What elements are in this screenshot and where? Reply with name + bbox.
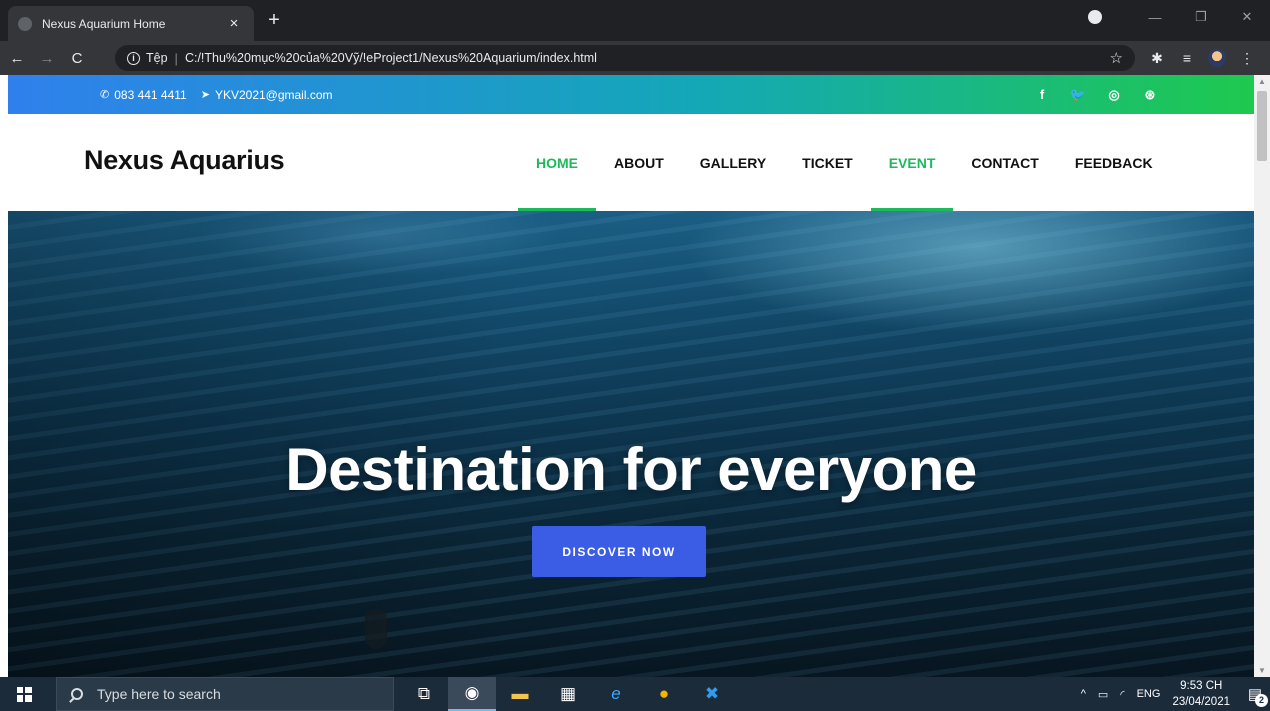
system-tray: ^ ▭ ◜ ENG 9:53 CH 23/04/2021 ▤ 2 [1075,677,1270,711]
close-tab-icon[interactable]: × [224,15,244,32]
vscode-icon[interactable]: ✖ [688,677,736,711]
scroll-thumb[interactable] [1257,91,1267,161]
new-tab-button[interactable]: + [262,9,286,32]
windows-logo-icon [16,686,32,702]
notification-badge: 2 [1255,694,1268,707]
nav-item-about[interactable]: ABOUT [596,114,682,211]
taskbar-search-box[interactable]: Type here to search [56,677,394,711]
edge-icon[interactable]: e [592,677,640,711]
profile-avatar[interactable] [1208,49,1226,67]
close-window-button[interactable]: ✕ [1224,9,1270,25]
chrome-active-icon[interactable]: ◉ [448,677,496,711]
phone-contact[interactable]: ✆ 083 441 4411 [100,88,187,102]
extension-area: ✱ ≡ ⋮ [1142,41,1262,75]
hero-title: Destination for everyone [285,436,977,503]
media-queue-icon[interactable]: ≡ [1172,50,1202,66]
browser-tab[interactable]: Nexus Aquarium Home × [8,6,254,41]
windows-taskbar: Type here to search ⧉ ◉ ▬ ▦ e ● ✖ ^ ▭ ◜ … [0,677,1270,711]
underwater-silhouette [365,609,387,649]
clock-date: 23/04/2021 [1172,696,1230,708]
facebook-icon[interactable]: f [1024,87,1060,102]
browser-toolbar: ← → C i Tệp | C:/!Thu%20mục%20của%20Vỹ/!… [0,41,1270,75]
scroll-down-arrow-icon[interactable]: ▼ [1254,666,1270,675]
phone-icon: ✆ [100,89,110,101]
file-explorer-icon[interactable]: ▬ [496,677,544,711]
site-logo[interactable]: Nexus Aquarius [84,145,285,176]
pinned-apps: ⧉ ◉ ▬ ▦ e ● ✖ [400,677,736,711]
hero-banner: Destination for everyone DISCOVER NOW [8,211,1254,677]
main-nav: HOME ABOUT GALLERY TICKET EVENT CONTACT … [518,114,1171,211]
profile-menu-icon[interactable] [1088,10,1102,24]
more-menu-icon[interactable]: ⋮ [1232,50,1262,67]
battery-icon[interactable]: ▭ [1098,688,1108,701]
restore-button[interactable]: ❐ [1178,9,1224,25]
twitter-icon[interactable]: 🐦 [1060,87,1096,103]
url-scheme: Tệp [146,51,168,65]
start-button[interactable] [0,677,48,711]
nav-item-event[interactable]: EVENT [870,114,954,211]
chrome-icon[interactable]: ● [640,677,688,711]
site-header: Nexus Aquarius HOME ABOUT GALLERY TICKET… [8,114,1254,211]
language-indicator[interactable]: ENG [1137,688,1161,700]
forward-button[interactable]: → [34,50,60,67]
url-text[interactable]: C:/!Thu%20mục%20của%20Vỹ/!eProject1/Nexu… [185,51,597,65]
contact-topbar: ✆ 083 441 4411 ➤ YKV2021@gmail.com f 🐦 ◎… [8,75,1254,114]
wifi-icon[interactable]: ◜ [1120,688,1124,701]
social-links: f 🐦 ◎ ⊛ [1024,75,1168,114]
email-contact[interactable]: ➤ YKV2021@gmail.com [201,88,333,102]
globe-icon [18,16,32,31]
address-bar[interactable]: i Tệp | C:/!Thu%20mục%20của%20Vỹ/!eProje… [115,45,1135,71]
instagram-icon[interactable]: ◎ [1096,87,1132,103]
task-view-icon[interactable]: ⧉ [400,677,448,711]
minimize-button[interactable]: — [1132,10,1178,25]
email-address: YKV2021@gmail.com [214,87,333,102]
nav-item-feedback[interactable]: FEEDBACK [1057,114,1171,211]
nav-item-gallery[interactable]: GALLERY [682,114,784,211]
browser-tab-strip: Nexus Aquarium Home × + — ❐ ✕ [0,0,1270,41]
reload-button[interactable]: C [64,50,90,67]
dribbble-icon[interactable]: ⊛ [1132,87,1168,103]
nav-item-contact[interactable]: CONTACT [953,114,1056,211]
url-separator: | [174,50,178,66]
back-button[interactable]: ← [4,50,30,67]
nav-item-home[interactable]: HOME [518,114,596,211]
bookmark-star-icon[interactable]: ☆ [1110,49,1123,67]
search-placeholder: Type here to search [97,686,221,702]
discover-now-button[interactable]: DISCOVER NOW [532,526,706,577]
clock-time: 9:53 CH [1180,680,1223,692]
extensions-puzzle-icon[interactable]: ✱ [1142,50,1172,67]
window-controls: — ❐ ✕ [1088,0,1270,34]
store-icon[interactable]: ▦ [544,677,592,711]
nav-item-ticket[interactable]: TICKET [784,114,871,211]
notification-center-icon[interactable]: ▤ 2 [1240,685,1270,707]
page-scrollbar[interactable]: ▲ ▼ [1254,75,1270,677]
info-icon[interactable]: i [127,51,140,65]
paper-plane-icon: ➤ [200,89,210,101]
phone-number: 083 441 4411 [114,87,187,102]
scroll-up-arrow-icon[interactable]: ▲ [1254,77,1270,86]
clock[interactable]: 9:53 CH 23/04/2021 [1172,678,1230,710]
chevron-up-icon[interactable]: ^ [1081,688,1086,700]
search-icon [71,688,83,700]
tab-title: Nexus Aquarium Home [42,16,166,31]
page-viewport: ✆ 083 441 4411 ➤ YKV2021@gmail.com f 🐦 ◎… [0,75,1270,677]
